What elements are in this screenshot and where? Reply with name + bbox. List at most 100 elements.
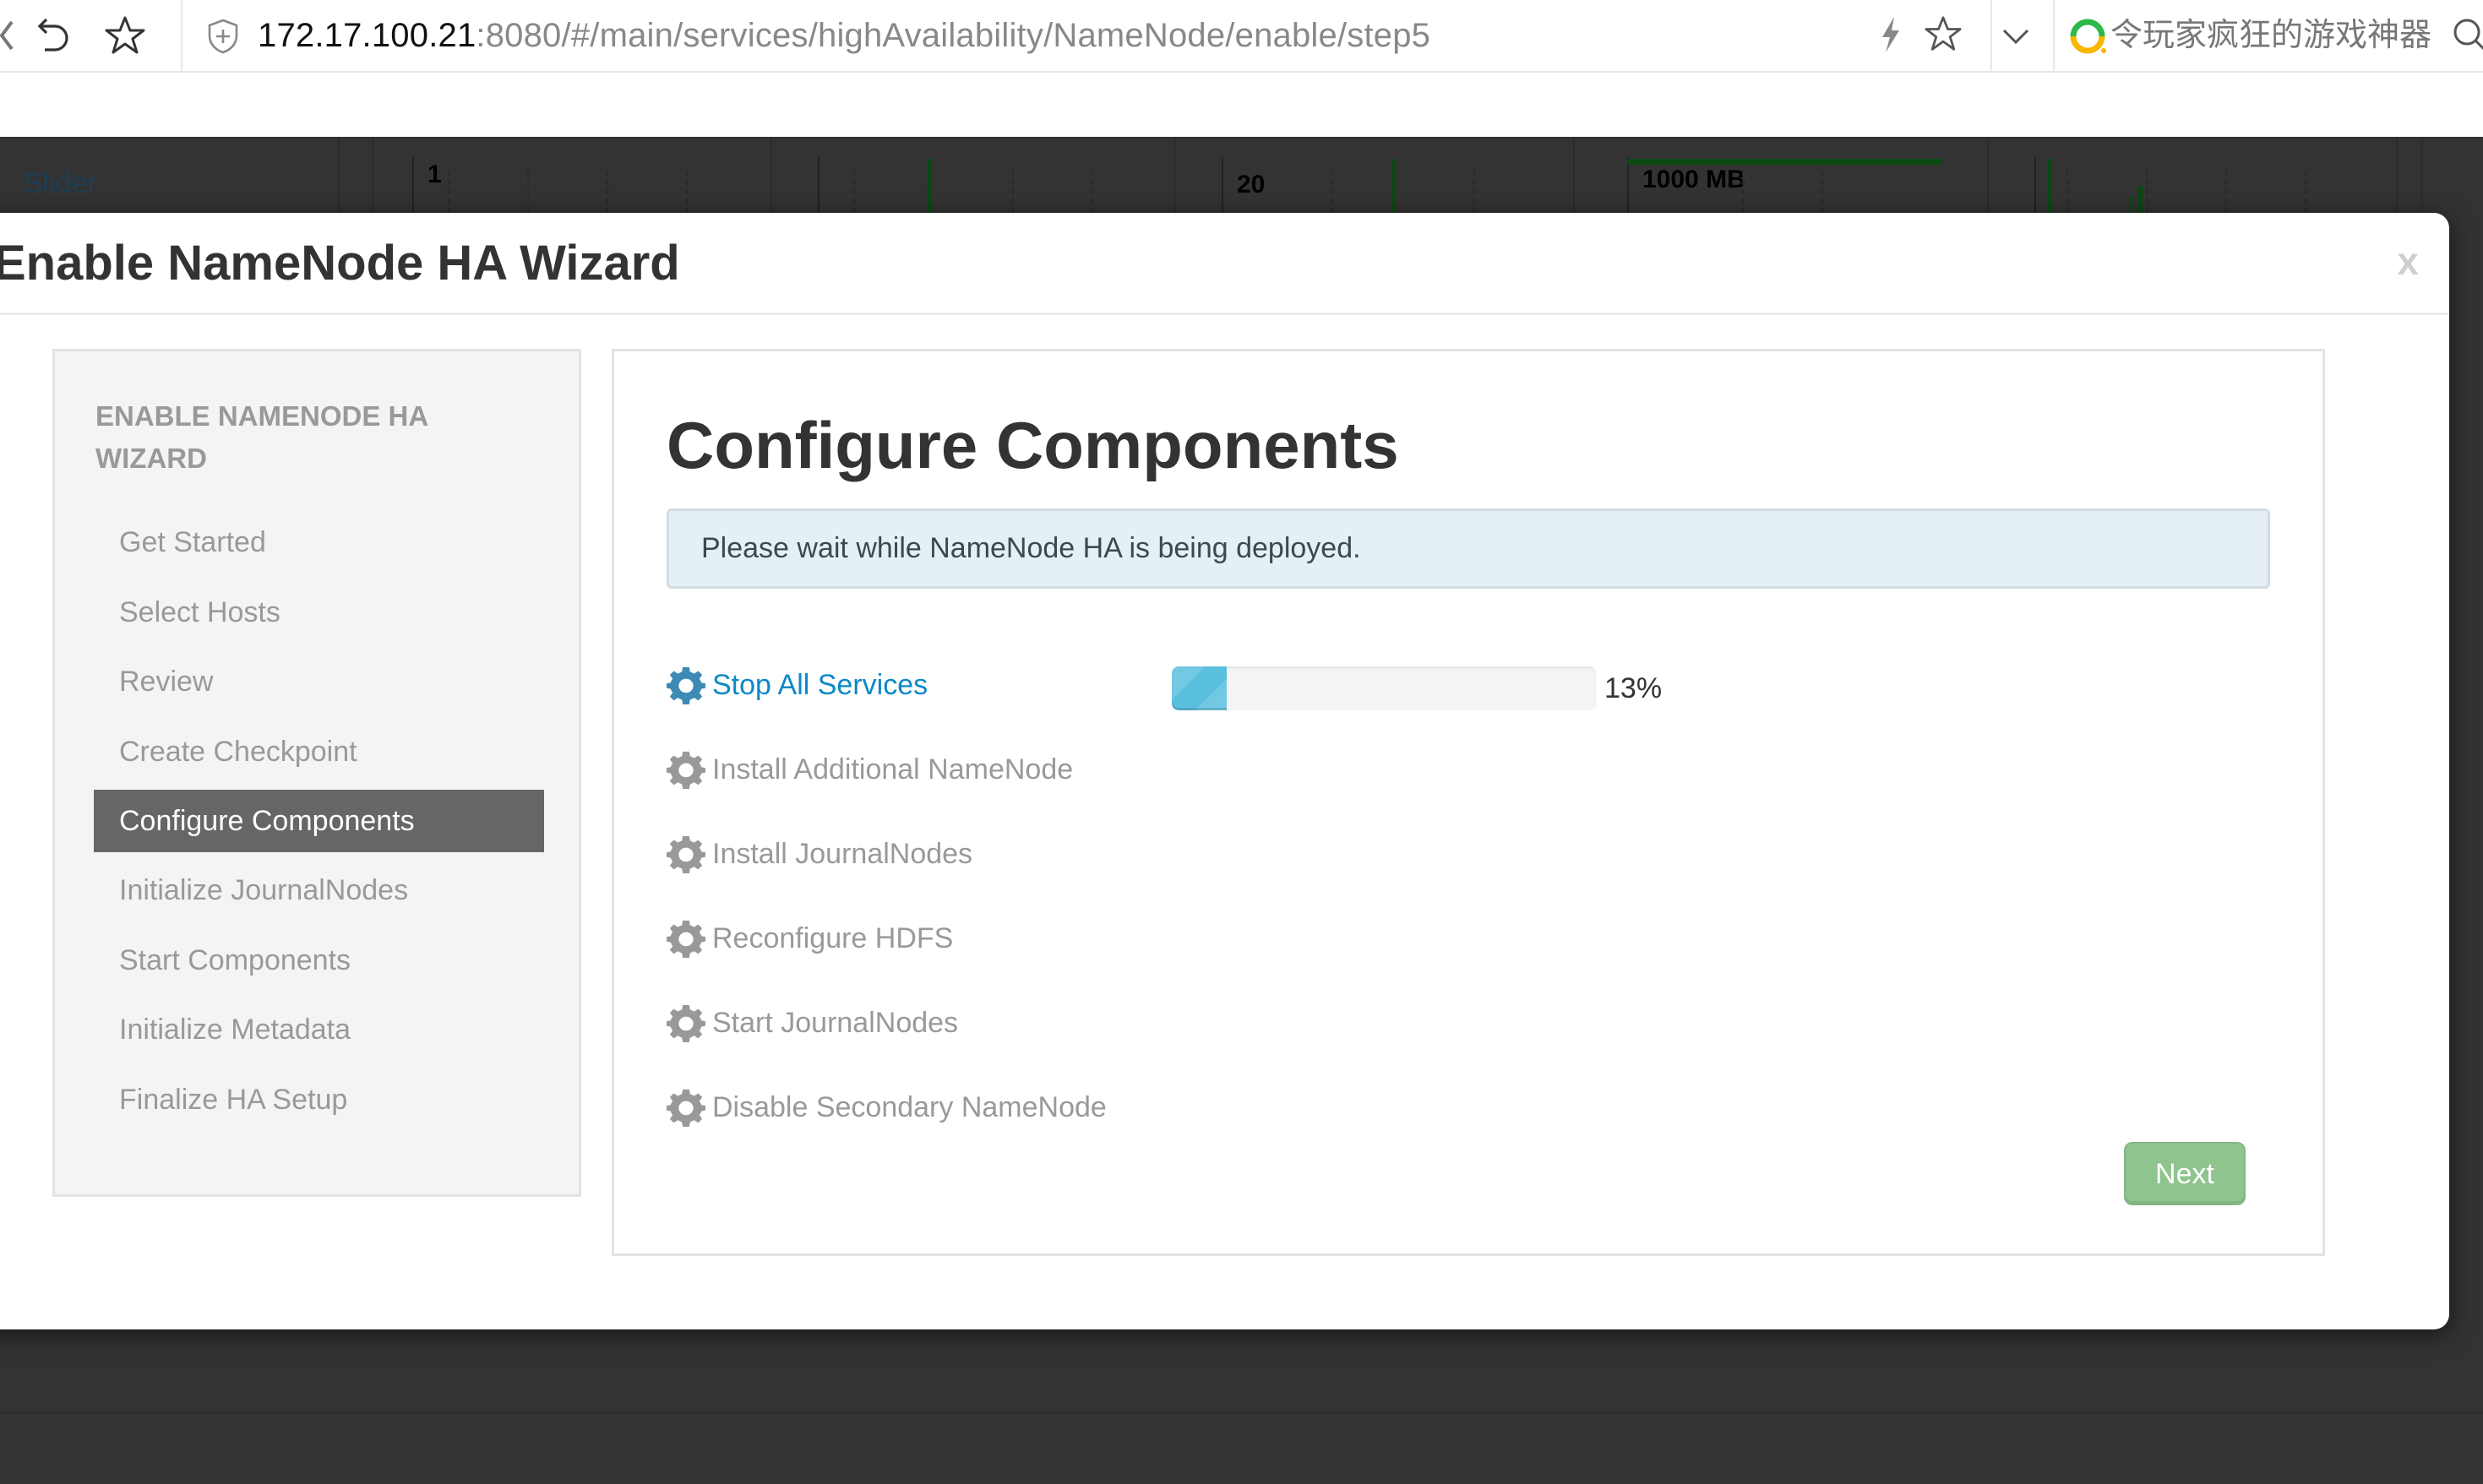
- gear-icon: [667, 1004, 705, 1042]
- widget-divider: [2421, 137, 2423, 213]
- widget-gridline: [607, 171, 608, 213]
- gear-icon: [667, 920, 705, 958]
- gear-icon: [667, 1089, 705, 1127]
- widget-spike: [1392, 159, 1396, 213]
- widget-spike: [2048, 159, 2051, 213]
- widget-gridline: [853, 171, 855, 213]
- widget-divider: [2396, 137, 2398, 213]
- chevron-down-icon[interactable]: [1999, 24, 2033, 53]
- task-row: Install Additional NameNode: [667, 727, 2272, 812]
- task-label: Start JournalNodes: [712, 1006, 959, 1039]
- wizard-step-review[interactable]: Review: [94, 647, 544, 717]
- task-progress-bar: [1172, 666, 1596, 710]
- page-top-bar: [0, 73, 2483, 137]
- widget-gridline: [527, 171, 529, 213]
- address-bar[interactable]: 172.17.100.21:8080/#/main/services/highA…: [258, 14, 1430, 57]
- undo-icon[interactable]: [30, 12, 78, 59]
- widget-value: 1: [427, 160, 442, 188]
- wizard-modal: Enable NameNode HA Wizard x ENABLE NAMEN…: [0, 213, 2449, 1329]
- gear-icon: [667, 835, 705, 873]
- lightning-icon[interactable]: [1877, 15, 1903, 58]
- widget-gridline: [1742, 171, 1744, 213]
- task-row: Stop All Services 13%: [667, 643, 2272, 727]
- wizard-step-initialize-metadata[interactable]: Initialize Metadata: [94, 995, 544, 1065]
- widget-value: 20: [1237, 171, 1266, 198]
- search-engine-hint[interactable]: 令玩家疯狂的游戏神器: [2110, 14, 2431, 57]
- widget-divider: [338, 137, 340, 213]
- widget-spike: [2137, 186, 2143, 213]
- modal-header: Enable NameNode HA Wizard x: [0, 213, 2449, 315]
- widget-value: 1000 MB: [1642, 166, 1745, 193]
- wizard-steps: Get Started Select Hosts Review Create C…: [94, 508, 544, 1134]
- next-button[interactable]: Next: [2124, 1142, 2246, 1205]
- sidebar-heading: ENABLE NAMENODE HA WIZARD: [95, 400, 427, 474]
- widget-axis: [412, 157, 414, 213]
- widget-axis: [1627, 157, 1629, 213]
- widget-bar: [1627, 159, 1941, 165]
- widget-gridline: [686, 171, 688, 213]
- progress-fill: [1172, 666, 1228, 710]
- task-label-link[interactable]: Stop All Services: [712, 669, 928, 702]
- wizard-step-finalize-ha-setup[interactable]: Finalize HA Setup: [94, 1065, 544, 1135]
- widget-divider: [770, 137, 772, 213]
- wizard-step-get-started[interactable]: Get Started: [94, 508, 544, 578]
- task-label: Install Additional NameNode: [712, 753, 1074, 785]
- url-host: 172.17.100.21: [258, 17, 476, 54]
- search-icon[interactable]: [2450, 15, 2483, 57]
- widget-axis: [2034, 157, 2036, 213]
- close-button[interactable]: x: [2397, 238, 2419, 284]
- slider-link: Slider: [24, 167, 97, 199]
- widget-divider: [372, 137, 373, 213]
- toolbar-divider: [181, 0, 182, 73]
- widget-divider: [1987, 137, 1989, 213]
- widget-gridline: [2066, 171, 2068, 213]
- info-alert: Please wait while NameNode HA is being d…: [667, 508, 2270, 589]
- dashboard-widgets-background: Slider 1 20 1000 MB: [0, 137, 2483, 213]
- wizard-content: Configure Components Please wait while N…: [612, 349, 2325, 1256]
- widget-gridline: [1092, 171, 1093, 213]
- widget-spike: [2129, 196, 2132, 213]
- task-label: Disable Secondary NameNode: [712, 1090, 1107, 1123]
- widget-gridline: [1821, 171, 1823, 213]
- wizard-step-configure-components[interactable]: Configure Components: [94, 790, 544, 852]
- widget-gridline: [1012, 171, 1014, 213]
- bookmark-star-icon[interactable]: [101, 12, 149, 59]
- widget-divider: [1174, 137, 1176, 213]
- widget-gridline: [2146, 171, 2148, 213]
- progress-percent: 13%: [1604, 672, 1663, 704]
- gear-icon: [667, 666, 705, 704]
- page-title: Configure Components: [667, 408, 1399, 482]
- task-row: Start JournalNodes: [667, 981, 2272, 1065]
- widget-gridline: [1331, 171, 1333, 213]
- task-row: Disable Secondary NameNode: [667, 1065, 2272, 1150]
- task-row: Reconfigure HDFS: [667, 896, 2272, 981]
- wizard-step-create-checkpoint[interactable]: Create Checkpoint: [94, 717, 544, 787]
- widget-gridline: [2305, 171, 2306, 213]
- search-engine-logo-icon[interactable]: [2068, 17, 2107, 60]
- favorite-star-icon[interactable]: [1925, 15, 1962, 57]
- gear-icon: [667, 751, 705, 789]
- task-label: Reconfigure HDFS: [712, 921, 954, 954]
- wizard-step-initialize-journalnodes[interactable]: Initialize JournalNodes: [94, 856, 544, 926]
- footer-divider: [0, 1411, 2483, 1414]
- wizard-step-select-hosts[interactable]: Select Hosts: [94, 578, 544, 648]
- wizard-sidebar: ENABLE NAMENODE HA WIZARD Get Started Se…: [52, 349, 581, 1197]
- widget-axis: [818, 157, 819, 213]
- toolbar-divider: [1990, 0, 1992, 73]
- widget-divider: [1573, 137, 1575, 213]
- url-path: :8080/#/main/services/highAvailability/N…: [476, 17, 1431, 54]
- shield-icon[interactable]: [207, 19, 239, 58]
- task-label: Install JournalNodes: [712, 837, 973, 870]
- wizard-step-start-components[interactable]: Start Components: [94, 926, 544, 996]
- modal-title: Enable NameNode HA Wizard: [0, 236, 680, 291]
- widget-spike: [928, 159, 931, 213]
- back-icon[interactable]: [0, 12, 30, 59]
- widget-gridline: [2225, 171, 2227, 213]
- widget-gridline: [448, 171, 449, 213]
- widget-gridline: [1473, 171, 1475, 213]
- browser-toolbar: 172.17.100.21:8080/#/main/services/highA…: [0, 0, 2483, 73]
- task-row: Install JournalNodes: [667, 812, 2272, 896]
- task-list: Stop All Services 13% Install Additional…: [667, 643, 2272, 1150]
- toolbar-divider: [2053, 0, 2055, 73]
- widget-axis: [1222, 157, 1223, 213]
